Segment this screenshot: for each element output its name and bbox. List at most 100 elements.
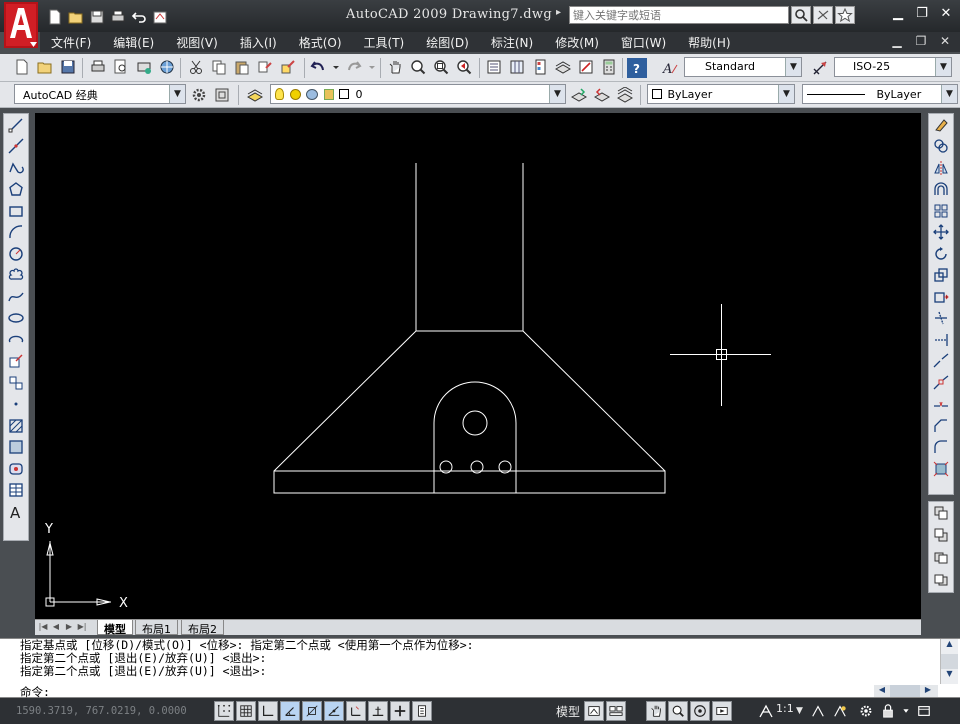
minimize-document-icon[interactable]: ▁ — [890, 34, 904, 48]
tab-layout2[interactable]: 布局2 — [181, 620, 224, 636]
stem-lines[interactable] — [415, 163, 524, 331]
offset-icon[interactable] — [929, 179, 953, 201]
chamfer-icon[interactable] — [929, 415, 953, 437]
close-window-icon[interactable]: ✕ — [938, 6, 954, 22]
construction-line-icon[interactable] — [4, 136, 28, 158]
insert-block-icon[interactable] — [4, 351, 28, 373]
clean-screen-icon[interactable] — [914, 701, 934, 721]
text-style-icon[interactable]: A — [660, 58, 680, 78]
dimension-style-icon[interactable] — [810, 58, 830, 78]
favorites-star-icon[interactable] — [835, 6, 855, 24]
new-file-icon[interactable] — [46, 8, 64, 26]
block-editor-icon[interactable] — [278, 57, 298, 77]
quick-properties-icon[interactable] — [412, 701, 432, 721]
first-tab-icon[interactable]: |◀ — [37, 622, 49, 633]
plot-preview-icon[interactable] — [111, 57, 131, 77]
point-icon[interactable] — [4, 394, 28, 416]
annotation-scale-value[interactable]: 1:1 — [776, 702, 794, 715]
zoom-window-icon[interactable] — [431, 57, 451, 77]
menu-window[interactable]: 窗口(W) — [610, 34, 677, 51]
copy-icon[interactable] — [209, 57, 229, 77]
restore-document-icon[interactable]: ❐ — [914, 34, 928, 48]
tab-layout1[interactable]: 布局1 — [135, 620, 178, 636]
pan-status-icon[interactable] — [646, 701, 666, 721]
menu-tools[interactable]: 工具(T) — [353, 34, 416, 51]
copy-object-icon[interactable] — [929, 136, 953, 158]
central-boss[interactable] — [433, 381, 517, 493]
save-icon[interactable] — [88, 8, 106, 26]
polar-tracking-icon[interactable] — [280, 701, 300, 721]
annotation-scale-icon[interactable] — [756, 701, 776, 721]
command-scrollbar[interactable]: ▲ ▼ — [940, 639, 958, 684]
menu-modify[interactable]: 修改(M) — [544, 34, 610, 51]
save-workspace-icon[interactable] — [212, 85, 232, 105]
communication-center-icon[interactable] — [813, 6, 833, 24]
scroll-down-icon[interactable]: ▼ — [941, 669, 958, 684]
publish-dwf-icon[interactable] — [134, 57, 154, 77]
zoom-status-icon[interactable] — [668, 701, 688, 721]
qnew-icon[interactable] — [12, 57, 32, 77]
ellipse-icon[interactable] — [4, 308, 28, 330]
multiline-text-icon[interactable]: A — [4, 501, 28, 523]
search-icon[interactable] — [791, 6, 811, 24]
dynamic-input-icon[interactable] — [368, 701, 388, 721]
match-properties-icon[interactable] — [255, 57, 275, 77]
model-space-label[interactable]: 模型 — [556, 703, 580, 720]
sloped-side-lines[interactable] — [273, 330, 666, 472]
prev-tab-icon[interactable]: ◀ — [50, 622, 62, 633]
workspace-switching-gear-icon[interactable] — [856, 701, 876, 721]
layer-states-icon[interactable] — [615, 85, 635, 105]
drawing-canvas[interactable]: Y X — [35, 113, 921, 619]
linetype-control-select[interactable]: ByLayer ▼ — [802, 84, 958, 104]
break-at-point-icon[interactable] — [929, 351, 953, 373]
chevron-down-icon[interactable]: ▼ — [796, 706, 803, 716]
zoom-realtime-icon[interactable] — [408, 57, 428, 77]
object-snap-icon[interactable] — [302, 701, 322, 721]
arc-icon[interactable] — [4, 222, 28, 244]
quick-view-drawings-icon[interactable] — [606, 701, 626, 721]
circle-icon[interactable] — [4, 243, 28, 265]
layer-previous-icon[interactable] — [592, 85, 612, 105]
undo-tool-icon[interactable] — [308, 57, 328, 77]
cut-icon[interactable] — [186, 57, 206, 77]
send-under-icon[interactable] — [929, 568, 953, 590]
make-block-icon[interactable] — [4, 372, 28, 394]
markup-set-manager-icon[interactable] — [576, 57, 596, 77]
paste-icon[interactable] — [232, 57, 252, 77]
object-snap-tracking-icon[interactable] — [324, 701, 344, 721]
explode-icon[interactable] — [929, 458, 953, 480]
erase-icon[interactable] — [929, 114, 953, 136]
close-document-icon[interactable]: ✕ — [938, 34, 952, 48]
move-icon[interactable] — [929, 222, 953, 244]
mirror-icon[interactable] — [929, 157, 953, 179]
polygon-icon[interactable] — [4, 179, 28, 201]
extend-icon[interactable] — [929, 329, 953, 351]
line-tool-icon[interactable] — [4, 114, 28, 136]
trim-icon[interactable] — [929, 308, 953, 330]
polyline-icon[interactable] — [4, 157, 28, 179]
tool-palettes-icon[interactable] — [530, 57, 550, 77]
toolbar-lock-icon[interactable] — [878, 701, 898, 721]
redo-tool-icon[interactable] — [344, 57, 364, 77]
pan-icon[interactable] — [385, 57, 405, 77]
workspace-select[interactable]: AutoCAD 经典 ▼ — [14, 84, 186, 104]
bring-above-icon[interactable] — [929, 546, 953, 568]
next-tab-icon[interactable]: ▶ — [63, 622, 75, 633]
sheet-set-manager-icon[interactable] — [553, 57, 573, 77]
command-input[interactable] — [62, 682, 872, 697]
chevron-down-icon[interactable] — [900, 701, 912, 721]
command-hscrollbar[interactable]: ◀ ▶ — [874, 685, 938, 697]
design-center-icon[interactable] — [507, 57, 527, 77]
make-current-layer-icon[interactable] — [569, 85, 589, 105]
help-search-input[interactable] — [569, 6, 789, 24]
restore-window-icon[interactable]: ❐ — [914, 6, 930, 22]
break-icon[interactable] — [929, 372, 953, 394]
layer-properties-icon[interactable] — [245, 85, 265, 105]
fillet-icon[interactable] — [929, 437, 953, 459]
text-style-select[interactable]: Standard ▼ — [684, 57, 802, 77]
bring-to-front-icon[interactable] — [929, 502, 953, 524]
menu-edit[interactable]: 编辑(E) — [102, 34, 165, 51]
3d-dwf-icon[interactable] — [157, 57, 177, 77]
grid-display-icon[interactable] — [236, 701, 256, 721]
join-icon[interactable] — [929, 394, 953, 416]
